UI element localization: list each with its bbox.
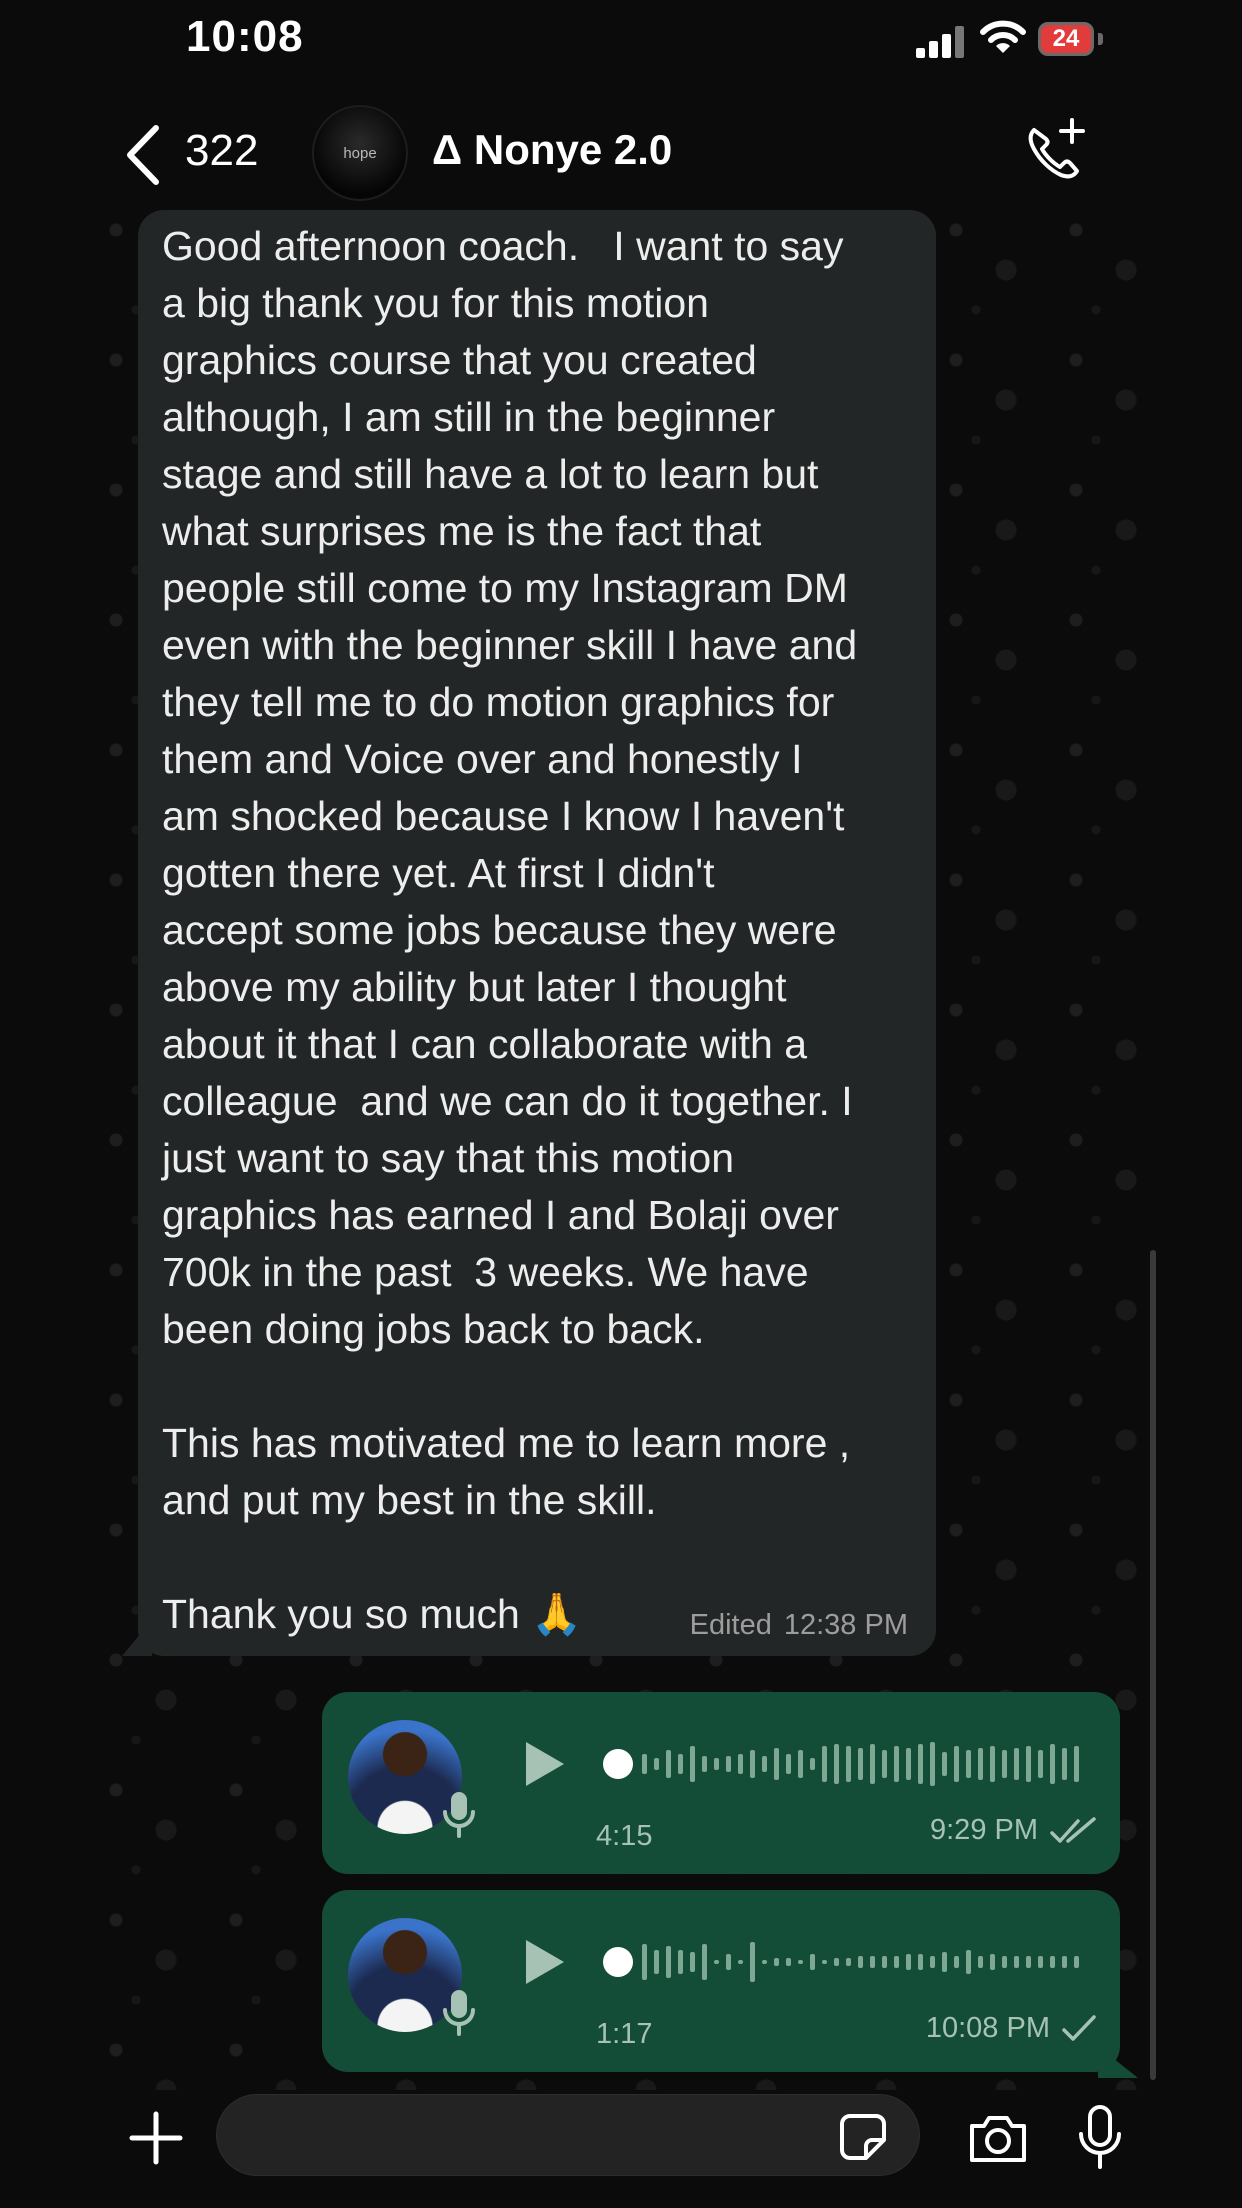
edited-label: Edited [689, 1609, 772, 1641]
voice-note-meta: 9:29 PM [930, 1814, 1096, 1847]
wifi-icon [980, 20, 1026, 53]
microphone-icon [443, 1990, 475, 2036]
camera-icon[interactable] [966, 2110, 1030, 2166]
battery-level: 24 [1052, 25, 1080, 52]
sticker-icon[interactable] [838, 2112, 888, 2162]
chat-scrollbar[interactable] [1150, 1250, 1156, 2080]
play-icon[interactable] [522, 1738, 568, 1790]
status-bar: 10:08 24 [0, 0, 1242, 80]
play-icon[interactable] [522, 1936, 568, 1988]
status-time: 10:08 [186, 12, 304, 61]
microphone-icon[interactable] [1076, 2104, 1124, 2170]
voice-note-meta: 10:08 PM [926, 2012, 1096, 2045]
contact-avatar[interactable]: hope [312, 105, 408, 201]
waveform[interactable] [602, 1738, 1092, 1790]
back-chevron-icon[interactable] [120, 122, 166, 188]
voice-note-time: 9:29 PM [930, 1814, 1038, 1846]
message-meta: Edited 12:38 PM [678, 1609, 908, 1642]
battery-icon: 24 [1038, 22, 1094, 56]
avatar-text: hope [343, 144, 377, 162]
waveform[interactable] [602, 1936, 1092, 1988]
message-input[interactable] [216, 2094, 920, 2176]
microphone-icon [443, 1792, 475, 1838]
cellular-signal-icon [916, 24, 964, 58]
voice-note-2[interactable]: 1:17 10:08 PM [322, 1890, 1120, 2072]
battery-tip [1098, 33, 1103, 45]
double-check-icon [1050, 1816, 1096, 1843]
plus-icon[interactable] [128, 2110, 184, 2166]
contact-name[interactable]: Δ Nonye 2.0 [432, 126, 672, 174]
voice-note-duration: 4:15 [596, 1820, 653, 1852]
message-text: Good afternoon coach. I want to say a bi… [162, 223, 858, 1637]
chat-header: 322 hope Δ Nonye 2.0 [0, 80, 1242, 210]
single-check-icon [1062, 2014, 1096, 2041]
voice-note-time: 10:08 PM [925, 2012, 1050, 2044]
voice-note-duration: 1:17 [596, 2018, 653, 2050]
message-input-bar [0, 2090, 1242, 2208]
add-call-icon[interactable] [1020, 116, 1090, 186]
message-time: 12:38 PM [783, 1609, 908, 1641]
back-unread-count[interactable]: 322 [185, 126, 258, 176]
incoming-message[interactable]: Good afternoon coach. I want to say a bi… [138, 210, 936, 1656]
voice-note-1[interactable]: 4:15 9:29 PM [322, 1692, 1120, 1874]
